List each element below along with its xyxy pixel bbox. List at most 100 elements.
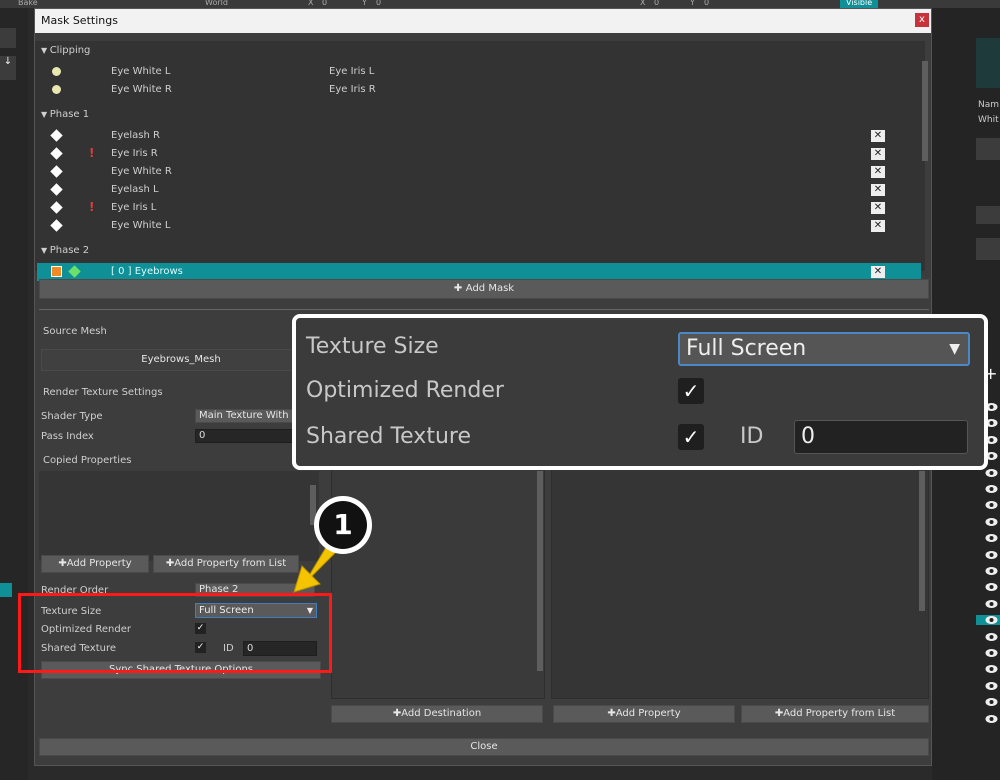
plus-icon: ✚ [774,708,784,719]
zoom-optimized-render-label: Optimized Render [306,378,504,403]
right-panel-button[interactable] [976,138,1000,160]
highlight-box [18,593,332,673]
destination-scrollbar[interactable] [537,471,543,671]
zoom-shared-texture-label: Shared Texture [306,424,471,449]
zoom-callout: Texture Size Full Screen ▼ Optimized Ren… [292,314,988,470]
mask-row[interactable]: ! Eye Iris L ✕ [37,199,921,217]
delete-icon[interactable]: ✕ [871,148,885,160]
world-dropdown[interactable]: World [205,0,228,8]
name-label: Nam [978,100,1000,110]
mask-diamond-icon [50,183,63,196]
destination-properties-list [551,469,929,699]
mask-group-header[interactable]: ▼ Phase 2 [41,245,89,256]
x-value-2[interactable]: 0 [654,0,659,8]
mask-diamond-icon [50,165,63,178]
editor-toolbar: Bake World X 0 Y 0 X 0 Y 0 Visible [0,0,1000,8]
eye-icon[interactable] [985,714,998,724]
zoom-id-label: ID [740,424,764,449]
mask-list-scrollbar[interactable] [922,61,928,161]
zoom-id-input[interactable]: 0 [794,420,968,454]
down-arrow-icon[interactable]: ↓ [0,56,16,80]
eye-icon[interactable] [985,664,998,674]
mask-row[interactable]: Eye White R Eye Iris R [37,81,921,99]
name-value[interactable]: Whit [978,115,999,125]
source-mesh-field[interactable]: Eyebrows_Mesh [41,349,321,371]
delete-icon[interactable]: ✕ [871,166,885,178]
mask-row[interactable]: Eyelash L ✕ [37,181,921,199]
eye-icon[interactable] [985,648,998,658]
plus-icon: ✚ [58,558,67,569]
eye-icon[interactable] [985,484,998,494]
right-panel-block [976,38,1000,88]
delete-icon[interactable]: ✕ [871,130,885,142]
eye-icon[interactable] [985,533,998,543]
plus-icon: ✚ [165,558,175,569]
eye-icon[interactable] [985,468,998,478]
x-label: X [308,0,314,7]
add-property-right-label: Add Property [615,708,681,719]
warning-icon: ! [89,146,95,160]
zoom-shared-texture-checkbox[interactable]: ✓ [678,424,704,450]
eye-icon[interactable] [985,599,998,609]
add-mask-button[interactable]: ✚ Add Mask [39,279,929,299]
destination-properties-scrollbar[interactable] [919,471,925,611]
mask-group-label: Phase 2 [49,245,90,256]
eye-icon[interactable] [985,566,998,576]
add-property-right-button[interactable]: ✚Add Property [553,705,735,723]
eye-icon[interactable] [985,681,998,691]
zoom-optimized-render-checkbox[interactable]: ✓ [678,378,704,404]
y-value-2[interactable]: 0 [704,0,709,8]
mask-row[interactable]: Eyelash R ✕ [37,127,921,145]
y-value[interactable]: 0 [376,0,381,8]
eye-icon[interactable] [985,517,998,527]
visible-toggle[interactable]: Visible [840,0,879,8]
delete-icon[interactable]: ✕ [871,184,885,196]
right-panel-button-3[interactable] [976,238,1000,260]
bake-button[interactable]: Bake [18,0,38,8]
mask-group-label: Phase 1 [49,109,90,120]
left-button[interactable] [0,28,16,48]
add-destination-button[interactable]: ✚Add Destination [331,705,543,723]
mask-row[interactable]: ! Eye Iris R ✕ [37,145,921,163]
eye-icon[interactable] [976,615,1000,626]
eye-icon[interactable] [985,582,998,592]
mask-row-name: Eye Iris R [111,148,158,159]
delete-icon[interactable]: ✕ [871,220,885,232]
mask-diamond-icon [50,129,63,142]
add-property-button[interactable]: ✚Add Property [41,555,149,573]
delete-icon[interactable]: ✕ [871,202,885,214]
add-destination-label: Add Destination [401,708,482,719]
collapse-arrow-icon[interactable]: ▼ [41,46,50,55]
chevron-down-icon: ▼ [949,341,960,357]
zoom-texture-size-value: Full Screen [686,336,807,361]
x-value[interactable]: 0 [322,0,327,8]
add-property-from-list-right-label: Add Property from List [783,708,896,719]
add-property-from-list-right-button[interactable]: ✚Add Property from List [741,705,929,723]
copied-properties-list [39,471,319,561]
mask-row-name: Eye White L [111,220,171,231]
clipping-icon [51,84,62,95]
close-button[interactable]: Close [39,738,929,756]
mask-row[interactable]: Eye White R ✕ [37,163,921,181]
collapse-arrow-icon[interactable]: ▼ [41,246,50,255]
collapse-arrow-icon[interactable]: ▼ [41,110,50,119]
add-property-from-list-button[interactable]: ✚Add Property from List [153,555,299,573]
add-property-label: Add Property [66,558,132,569]
eye-icon[interactable] [985,500,998,510]
mask-row-name-2: Eye Iris L [329,66,375,77]
mask-row-name: Eyelash L [111,184,159,195]
eye-icon[interactable] [985,697,998,707]
zoom-texture-size-label: Texture Size [306,334,439,359]
mask-group-header[interactable]: ▼ Phase 1 [41,109,89,120]
mask-row[interactable]: Eye White L ✕ [37,217,921,235]
zoom-texture-size-dropdown[interactable]: Full Screen ▼ [678,332,970,366]
mask-row[interactable]: Eye White L Eye Iris L [37,63,921,81]
mask-group-header[interactable]: ▼ Clipping [41,45,90,56]
delete-icon[interactable]: ✕ [871,266,885,278]
eye-icon[interactable] [985,632,998,642]
right-panel-button-2[interactable] [976,206,1000,224]
eye-icon[interactable] [985,550,998,560]
close-icon[interactable]: x [915,13,929,27]
mask-diamond-icon [50,147,63,160]
dialog-title: Mask Settings [35,9,931,33]
